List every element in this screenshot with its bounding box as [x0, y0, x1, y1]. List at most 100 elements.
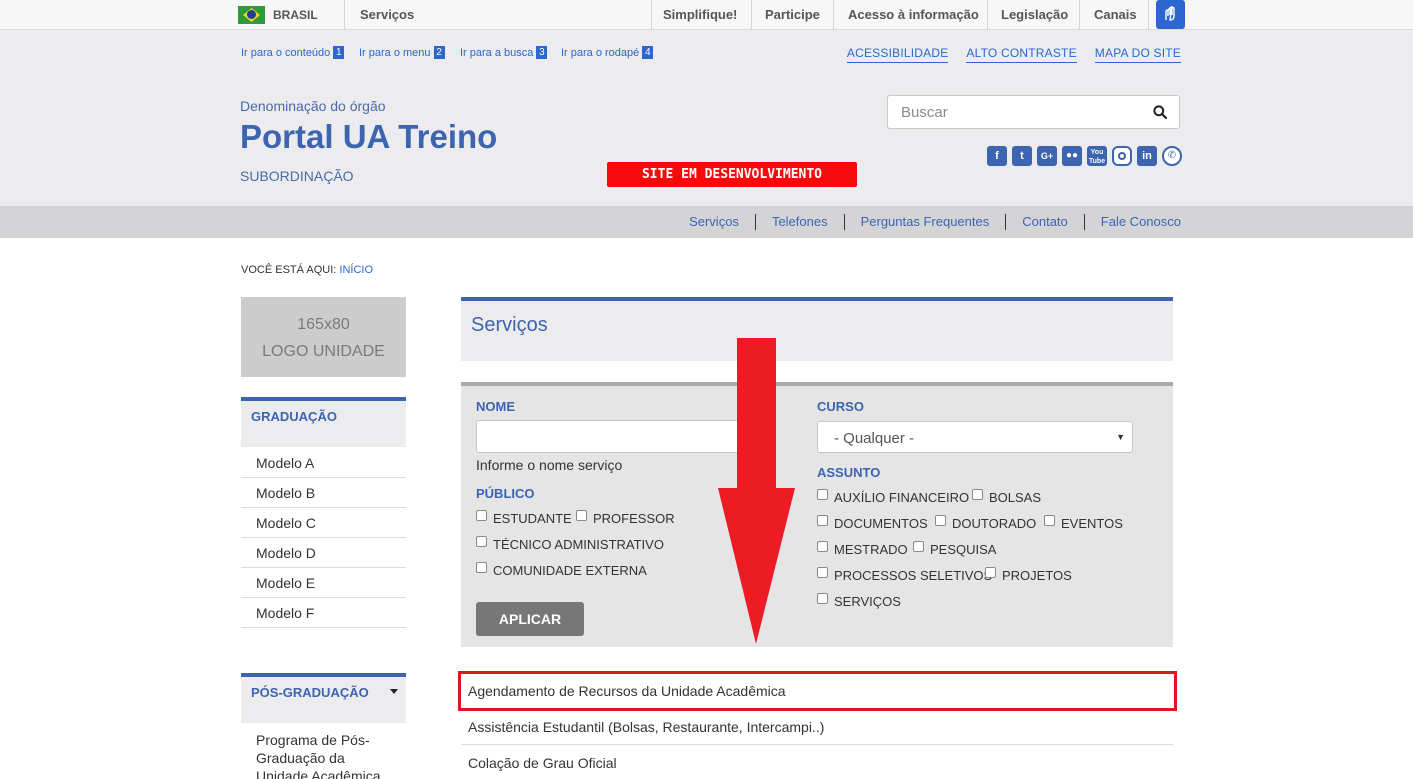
checkbox-projetos[interactable]: PROJETOS: [985, 567, 1072, 583]
result-item-colacao-de-grau[interactable]: Colação de Grau Oficial: [461, 745, 1173, 779]
checkbox-box[interactable]: [817, 567, 828, 578]
gov-link-participe[interactable]: Participe: [765, 7, 820, 22]
org-name: Denominação do órgão: [240, 98, 386, 114]
divider: [1148, 0, 1149, 30]
curso-select[interactable]: - Qualquer - ▼: [817, 421, 1133, 453]
divider: [833, 0, 834, 30]
sidebar-item-modelo-f[interactable]: Modelo F: [241, 598, 406, 628]
divider: [751, 0, 752, 30]
checkbox-comunidade-externa[interactable]: COMUNIDADE EXTERNA: [476, 562, 647, 578]
logo-size: 165x80: [297, 316, 350, 333]
checkbox-box[interactable]: [913, 541, 924, 552]
checkbox-estudante[interactable]: ESTUDANTE: [476, 510, 572, 526]
sidebar-item-modelo-a[interactable]: Modelo A: [241, 448, 406, 478]
sidebar-item-programa-pos[interactable]: Programa de Pós-Graduação da Unidade Aca…: [256, 731, 396, 779]
search-input[interactable]: [888, 96, 1128, 128]
nav-fale-conosco[interactable]: Fale Conosco: [1085, 214, 1181, 230]
sidebar-heading-label: PÓS-GRADUAÇÃO: [251, 685, 369, 700]
gov-servicos-link[interactable]: Serviços: [360, 7, 414, 22]
divider: [987, 0, 988, 30]
twitter-icon[interactable]: t: [1012, 146, 1032, 166]
checkbox-box[interactable]: [972, 489, 983, 500]
caret-down-icon[interactable]: [390, 689, 398, 694]
subordination: SUBORDINAÇÃO: [240, 168, 354, 184]
curso-selected-value: - Qualquer -: [834, 430, 915, 447]
skip-link-search[interactable]: Ir para a busca 3: [460, 46, 548, 59]
checkbox-eventos[interactable]: EVENTOS: [1044, 515, 1123, 531]
sidebar-item-modelo-c[interactable]: Modelo C: [241, 508, 406, 538]
search-icon[interactable]: [1153, 105, 1167, 119]
linkedin-icon[interactable]: in: [1137, 146, 1157, 166]
sitemap-link[interactable]: MAPA DO SITE: [1094, 46, 1181, 63]
checkbox-box[interactable]: [817, 593, 828, 604]
checkbox-servicos[interactable]: SERVIÇOS: [817, 593, 901, 609]
breadcrumb-home-link[interactable]: INÍCIO: [339, 264, 373, 276]
nav-telefones[interactable]: Telefones: [756, 214, 845, 230]
checkbox-doutorado[interactable]: DOUTORADO: [935, 515, 1036, 531]
skip-link-content[interactable]: Ir para o conteúdo 1: [241, 46, 345, 59]
youtube-icon[interactable]: You Tube: [1087, 146, 1107, 166]
checkbox-box[interactable]: [817, 541, 828, 552]
checkbox-bolsas[interactable]: BOLSAS: [972, 489, 1041, 505]
checkbox-box[interactable]: [817, 515, 828, 526]
logo-label: LOGO UNIDADE: [262, 343, 385, 360]
checkbox-documentos[interactable]: DOCUMENTOS: [817, 515, 928, 531]
checkbox-box[interactable]: [476, 562, 487, 573]
facebook-icon[interactable]: f: [987, 146, 1007, 166]
select-arrow-icon: ▼: [1116, 432, 1125, 442]
breadcrumb: VOCÊ ESTÁ AQUI: INÍCIO: [241, 264, 373, 276]
site-title[interactable]: Portal UA Treino: [240, 118, 497, 156]
brasil-link[interactable]: BRASIL: [238, 5, 318, 25]
social-links: f t G+ ●● You Tube in ✆: [987, 146, 1182, 166]
apply-button[interactable]: APLICAR: [476, 602, 584, 636]
checkbox-box[interactable]: [1044, 515, 1055, 526]
breadcrumb-prefix: VOCÊ ESTÁ AQUI:: [241, 264, 337, 276]
checkbox-box[interactable]: [476, 510, 487, 521]
nome-hint: Informe o nome serviço: [476, 457, 623, 473]
gov-link-acesso-informacao[interactable]: Acesso à informação: [848, 7, 979, 22]
sidebar-heading-pos-graduacao[interactable]: PÓS-GRADUAÇÃO: [241, 673, 406, 723]
checkbox-mestrado[interactable]: MESTRADO: [817, 541, 908, 557]
flickr-icon[interactable]: ●●: [1062, 146, 1082, 166]
nome-label: NOME: [476, 399, 515, 414]
sidebar-item-modelo-d[interactable]: Modelo D: [241, 538, 406, 568]
skip-link-footer[interactable]: Ir para o rodapé 4: [561, 46, 654, 59]
accessibility-link[interactable]: ACESSIBILIDADE: [846, 46, 949, 63]
nav-perguntas-frequentes[interactable]: Perguntas Frequentes: [845, 214, 1007, 230]
divider: [344, 0, 345, 30]
services-title-panel: Serviços: [461, 297, 1173, 361]
skip-link-menu[interactable]: Ir para o menu 2: [359, 46, 445, 59]
google-plus-icon[interactable]: G+: [1037, 146, 1057, 166]
nav-contato[interactable]: Contato: [1006, 214, 1085, 230]
checkbox-processos-seletivos[interactable]: PROCESSOS SELETIVOS: [817, 567, 992, 583]
checkbox-box[interactable]: [935, 515, 946, 526]
sidebar-item-modelo-b[interactable]: Modelo B: [241, 478, 406, 508]
gov-link-simplifique[interactable]: Simplifique!: [663, 7, 737, 22]
gov-bar: BRASIL Serviços Simplifique! Participe A…: [0, 0, 1413, 30]
gov-link-canais[interactable]: Canais: [1094, 7, 1137, 22]
publico-label: PÚBLICO: [476, 486, 535, 501]
site-header: Ir para o conteúdo 1 Ir para o menu 2 Ir p…: [0, 30, 1413, 206]
checkbox-box[interactable]: [576, 510, 587, 521]
gov-link-legislacao[interactable]: Legislação: [1001, 7, 1068, 22]
checkbox-auxilio-financeiro[interactable]: AUXÍLIO FINANCEIRO: [817, 489, 969, 505]
brazil-flag-icon: [238, 6, 265, 24]
divider: [651, 0, 652, 30]
checkbox-professor[interactable]: PROFESSOR: [576, 510, 675, 526]
nav-servicos[interactable]: Serviços: [673, 214, 756, 230]
instagram-icon[interactable]: [1112, 146, 1132, 166]
whatsapp-icon[interactable]: ✆: [1162, 146, 1182, 166]
result-item-assistencia-estudantil[interactable]: Assistência Estudantil (Bolsas, Restaura…: [461, 709, 1173, 745]
checkbox-box[interactable]: [476, 536, 487, 547]
checkbox-pesquisa[interactable]: PESQUISA: [913, 541, 996, 557]
libras-hands-icon[interactable]: [1156, 0, 1185, 29]
checkbox-box[interactable]: [985, 567, 996, 578]
divider: [1079, 0, 1080, 30]
dev-badge: SITE EM DESENVOLVIMENTO: [607, 162, 857, 187]
sidebar-heading-graduacao[interactable]: GRADUAÇÃO: [241, 397, 406, 447]
sidebar-item-modelo-e[interactable]: Modelo E: [241, 568, 406, 598]
down-arrow-icon: [718, 338, 795, 644]
checkbox-tecnico-administrativo[interactable]: TÉCNICO ADMINISTRATIVO: [476, 536, 664, 552]
checkbox-box[interactable]: [817, 489, 828, 500]
high-contrast-link[interactable]: ALTO CONTRASTE: [966, 46, 1077, 63]
